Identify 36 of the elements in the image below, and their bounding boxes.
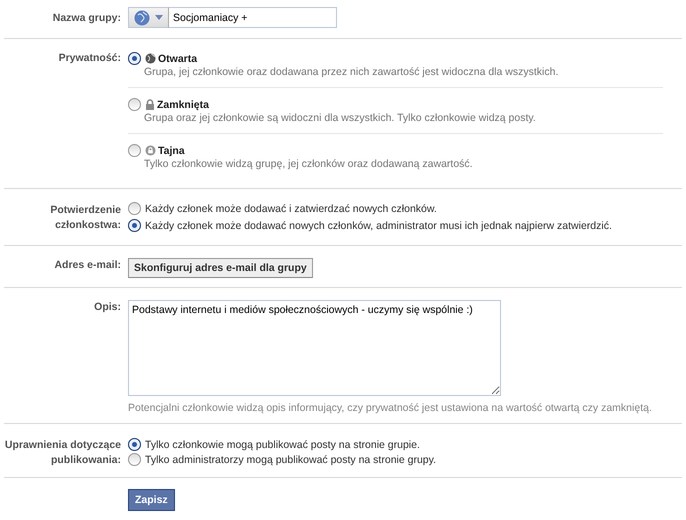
field-label: Uprawnienia dotyczące [4, 438, 121, 453]
save-button[interactable]: Zapisz [128, 489, 175, 511]
description-textarea[interactable]: Podstawy internetu i mediów społecznościowych - uczymy się wspólnie :) [128, 300, 501, 396]
field-label: Opis: [94, 300, 121, 315]
field-label: Adres e-mail: [54, 258, 121, 273]
option-description: Tylko członkowie widzą grupę, jej członków oraz dodawaną zawartość. [143, 158, 474, 170]
radio-button[interactable] [128, 98, 141, 111]
radio-button[interactable] [128, 438, 141, 451]
globe-icon [145, 53, 156, 64]
option-label: Każdy członek może dodawać i zatwierdzać nowych członków. [145, 202, 437, 214]
configure-email-button[interactable]: Skonfiguruj adres e-mail dla grupy [128, 258, 313, 278]
radio-button[interactable] [128, 453, 141, 466]
option-title: Otwarta [158, 52, 198, 64]
option-label: Tylko członkowie mogą publikować posty na stronie grupie. [145, 438, 420, 450]
icon-picker[interactable] [128, 7, 169, 28]
field-label: publikowania: [50, 453, 121, 468]
radio-button[interactable] [128, 144, 141, 157]
lock-icon [145, 99, 155, 110]
radio-button[interactable] [128, 219, 141, 232]
field-label: Potwierdzenie [50, 203, 121, 218]
caret-icon [155, 15, 163, 20]
radio-button[interactable] [128, 52, 141, 65]
field-label: członkostwa: [55, 218, 121, 233]
globe-icon [134, 10, 150, 26]
hint-text: Potencjalni członkowie widzą opis informujący, czy prywatność jest ustawiona na wartość otwartą czy zamkniętą. [128, 402, 653, 414]
option-label: Każdy członek może dodawać nowych członków, administrator musi ich jednak najpierw zatwierdzić. [145, 220, 612, 232]
radio-button[interactable] [128, 202, 141, 215]
field-label: Prywatność: [58, 51, 121, 66]
option-title: Zamknięta [157, 98, 209, 110]
group-name-input[interactable]: Socjomaniacy + [169, 7, 337, 28]
option-title: Tajna [158, 144, 185, 156]
option-description: Grupa, jej członkowie oraz dodawana przez nich zawartość jest widoczna dla wszystkich. [143, 66, 560, 78]
option-label: Tylko administratorzy mogą publikować posty na stronie grupy. [145, 454, 436, 466]
field-label: Nazwa grupy: [52, 11, 121, 26]
option-description: Grupa oraz jej członkowie są widoczni dla wszystkich. Tylko członkowie widzą posty. [143, 112, 537, 124]
lock-icon [145, 145, 156, 156]
